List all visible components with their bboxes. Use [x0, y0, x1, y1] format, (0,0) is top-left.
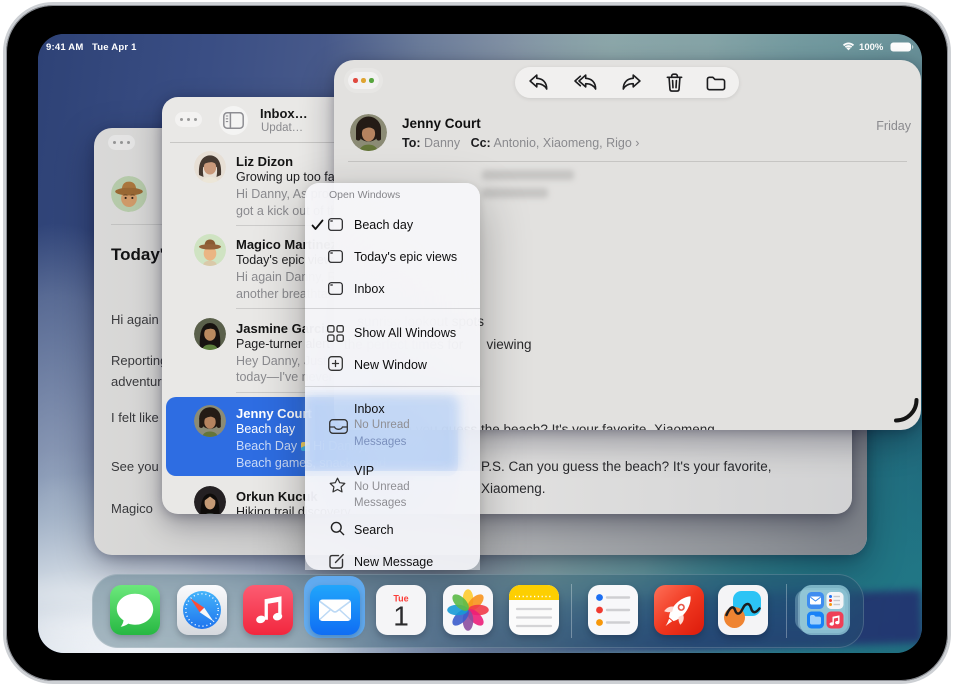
svg-text:1: 1	[393, 601, 409, 632]
